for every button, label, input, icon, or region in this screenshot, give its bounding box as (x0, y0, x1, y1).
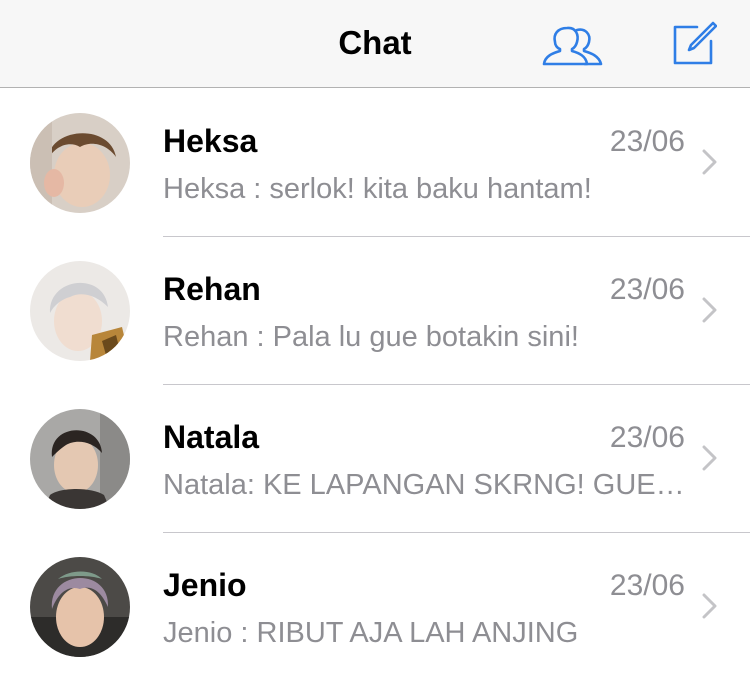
contacts-icon (542, 26, 603, 66)
chat-name: Jenio (163, 567, 247, 603)
chat-row[interactable]: Jenio 23/06 Jenio : RIBUT AJA LAH ANJING (0, 533, 750, 681)
chat-preview: Heksa : serlok! kita baku hantam! (163, 173, 592, 205)
chat-time: 23/06 (609, 569, 685, 602)
chat-preview: Natala: KE LAPANGAN SKRNG! GUE TUNGGU (163, 469, 688, 501)
chat-time: 23/06 (609, 273, 685, 306)
avatar (30, 557, 130, 657)
chat-row[interactable]: Rehan 23/06 Rehan : Pala lu gue botakin … (0, 237, 750, 385)
chat-row[interactable]: Natala 23/06 Natala: KE LAPANGAN SKRNG! … (0, 385, 750, 533)
chat-preview: Jenio : RIBUT AJA LAH ANJING (163, 617, 579, 649)
avatar (30, 261, 130, 361)
compose-button[interactable] (662, 18, 726, 70)
chat-time: 23/06 (609, 125, 685, 158)
chevron-right-icon (702, 297, 717, 323)
chat-name: Heksa (163, 123, 258, 159)
chat-name: Natala (163, 419, 260, 455)
compose-icon (673, 21, 717, 65)
contacts-button[interactable] (540, 18, 604, 70)
chevron-right-icon (702, 445, 717, 471)
chat-time: 23/06 (609, 421, 685, 454)
navigation-bar: Chat (0, 0, 750, 88)
avatar (30, 113, 130, 213)
chat-list: Heksa 23/06 Heksa : serlok! kita baku ha… (0, 89, 750, 681)
avatar (30, 409, 130, 509)
chevron-right-icon (702, 593, 717, 619)
chevron-right-icon (702, 149, 717, 175)
page-title: Chat (338, 24, 412, 61)
chat-row[interactable]: Heksa 23/06 Heksa : serlok! kita baku ha… (0, 89, 750, 237)
chat-name: Rehan (163, 271, 261, 307)
chat-preview: Rehan : Pala lu gue botakin sini! (163, 321, 579, 353)
